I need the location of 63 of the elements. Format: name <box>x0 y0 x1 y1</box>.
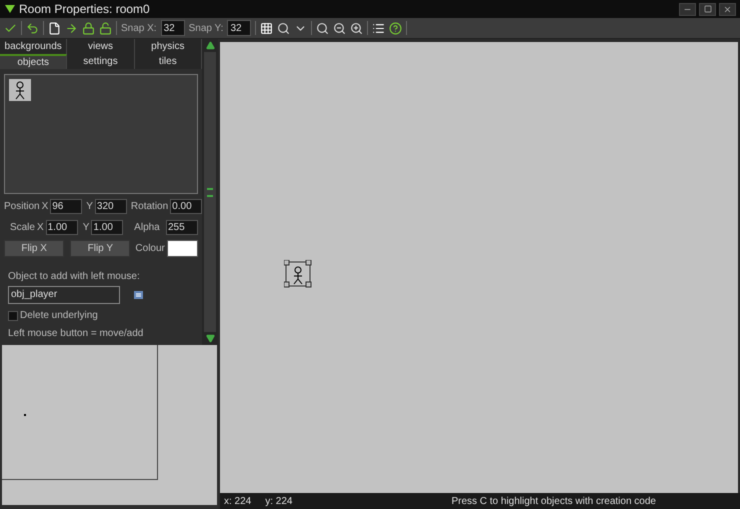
scrollbar[interactable] <box>202 39 218 345</box>
position-label: Position <box>4 201 40 212</box>
maximize-icon <box>704 5 712 13</box>
x-label: X <box>36 222 44 233</box>
app-logo-icon <box>4 4 16 14</box>
list-icon[interactable] <box>372 22 386 34</box>
tab[interactable]: physics <box>134 39 202 54</box>
window-title: Room Properties: room0 <box>19 2 151 16</box>
stick-figure-icon[interactable] <box>9 79 31 101</box>
object-field[interactable]: obj_player <box>8 286 120 304</box>
close-icon <box>723 4 732 14</box>
tab[interactable]: settings <box>67 54 135 69</box>
tab[interactable]: backgrounds <box>0 39 68 54</box>
scale-label: Scale <box>10 222 35 233</box>
up-arrow-icon <box>206 41 214 50</box>
x-label: X <box>42 201 48 212</box>
undo-icon[interactable] <box>26 22 39 34</box>
arrow-right-icon[interactable] <box>65 22 78 34</box>
down-arrow-icon <box>206 334 214 343</box>
snap-y-label: Snap Y: <box>188 22 224 34</box>
magnifier-icon[interactable] <box>277 22 290 34</box>
hint-text: Left mouse button = move/add <box>8 328 144 339</box>
x-field[interactable]: 96 <box>50 199 82 214</box>
y-field[interactable]: 320 <box>94 199 127 214</box>
snap-y-field[interactable]: 32 <box>227 20 252 36</box>
zoom-out-icon[interactable] <box>333 22 346 34</box>
minimize-button[interactable] <box>679 2 696 16</box>
tab[interactable]: views <box>67 39 135 54</box>
colour-swatch[interactable] <box>166 240 198 257</box>
object-label: Object to add with left mouse: <box>8 271 141 282</box>
maximize-button[interactable] <box>699 2 716 16</box>
list-picker-icon[interactable] <box>134 290 144 300</box>
scale-x-field[interactable]: 1.00 <box>46 220 78 235</box>
y-coordinate: y: 224 <box>265 496 292 506</box>
page-icon[interactable] <box>48 22 61 34</box>
rotation-label: Rotation <box>130 201 168 212</box>
scale-y-field[interactable]: 1.00 <box>91 220 124 235</box>
tab[interactable]: objects <box>0 54 68 69</box>
stick-figure-instance[interactable] <box>284 260 312 288</box>
close-button[interactable] <box>719 2 736 16</box>
checkmark-icon[interactable] <box>4 22 17 34</box>
delete-underlying-label: Delete underlying <box>20 310 98 321</box>
snap-x-label: Snap X: <box>121 22 157 34</box>
status-message: Press C to highlight objects with creation code <box>451 496 656 506</box>
snap-x-field[interactable]: 32 <box>160 20 185 36</box>
scrollbar-thumb[interactable] <box>204 52 216 332</box>
flip-x-button[interactable]: Flip X <box>4 240 64 257</box>
grid-icon[interactable] <box>260 22 274 34</box>
alpha-label: Alpha <box>134 222 160 233</box>
lock-icon[interactable] <box>82 22 95 34</box>
unlock-icon[interactable] <box>99 22 112 34</box>
help-icon[interactable] <box>389 22 402 34</box>
magnifier-icon[interactable] <box>316 22 330 34</box>
alpha-field[interactable]: 255 <box>166 220 198 235</box>
tab[interactable]: tiles <box>134 54 202 69</box>
y-label: Y <box>86 201 93 212</box>
flip-y-button[interactable]: Flip Y <box>70 240 130 257</box>
zoom-in-icon[interactable] <box>350 22 364 34</box>
y-label: Y <box>82 222 90 233</box>
rotation-field[interactable]: 0.00 <box>170 199 202 214</box>
delete-underlying-checkbox[interactable] <box>8 310 18 320</box>
x-coordinate: x: 224 <box>224 496 252 506</box>
colour-label: Colour <box>135 243 165 254</box>
